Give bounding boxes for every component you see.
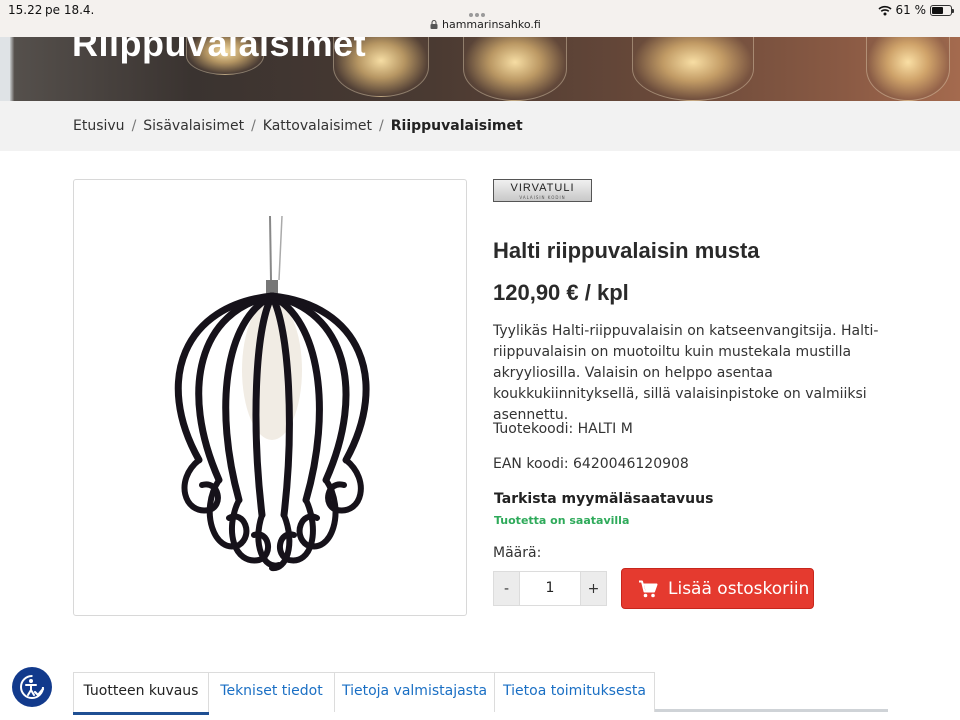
multitasking-dots-icon[interactable] <box>469 2 491 17</box>
ean-code: EAN koodi: 6420046120908 <box>493 456 689 472</box>
quantity-input[interactable]: 1 <box>520 571 580 606</box>
tab-tekniset-tiedot[interactable]: Tekniset tiedot <box>208 672 335 712</box>
tab-tietoja-valmistajasta[interactable]: Tietoja valmistajasta <box>334 672 495 712</box>
breadcrumb-link-sisavalaisimet[interactable]: Sisävalaisimet <box>143 118 244 134</box>
breadcrumb-link-etusivu[interactable]: Etusivu <box>73 118 125 134</box>
category-title: Riippuvalaisimet <box>72 37 367 64</box>
quantity-decrease-button[interactable]: - <box>493 571 520 606</box>
tab-tuotteen-kuvaus[interactable]: Tuotteen kuvaus <box>73 672 209 715</box>
status-date: pe 18.4. <box>45 3 95 17</box>
address-bar[interactable]: hammarinsahko.fi <box>430 18 541 31</box>
pendant-lamp-image <box>174 215 370 571</box>
add-to-cart-label: Lisää ostoskoriin <box>668 578 810 599</box>
brand-name: VIRVATULI <box>510 182 575 194</box>
accessibility-icon <box>20 675 45 699</box>
status-indicators: 61 % <box>877 3 954 17</box>
wifi-icon <box>877 5 892 15</box>
breadcrumb-bar: Etusivu / Sisävalaisimet / Kattovalaisimet / R… <box>0 101 960 151</box>
product-price: 120,90 € / kpl <box>493 280 629 305</box>
product-description: Tyylikäs Halti-riippuvalaisin on katseen… <box>493 323 879 423</box>
product-image[interactable] <box>73 179 467 616</box>
product-tabs: Tuotteen kuvaus Tekniset tiedot Tietoja … <box>73 672 888 715</box>
product-code: Tuotekoodi: HALTI M <box>493 421 633 437</box>
category-hero-banner: Riippuvalaisimet <box>0 37 960 101</box>
add-to-cart-button[interactable]: Lisää ostoskoriin <box>621 568 814 609</box>
accessibility-button[interactable] <box>12 667 52 707</box>
breadcrumb-link-kattovalaisimet[interactable]: Kattovalaisimet <box>263 118 372 134</box>
breadcrumb: Etusivu / Sisävalaisimet / Kattovalaisimet / R… <box>73 118 523 134</box>
brand-logo[interactable]: VIRVATULI VALAISIN KODIN <box>493 179 592 202</box>
quantity-increase-button[interactable]: + <box>580 571 607 606</box>
breadcrumb-separator: / <box>131 118 137 134</box>
status-bar: 15.22 pe 18.4. hammarinsahko.fi 61 % <box>0 0 960 37</box>
availability-status: Tuotetta on saatavilla <box>494 514 630 527</box>
quantity-label: Määrä: <box>493 545 542 561</box>
lock-icon <box>430 20 438 29</box>
battery-icon <box>930 4 954 16</box>
url-text: hammarinsahko.fi <box>442 18 541 31</box>
check-store-availability-link[interactable]: Tarkista myymäläsaatavuus <box>494 491 713 507</box>
tab-tietoa-toimituksesta[interactable]: Tietoa toimituksesta <box>494 672 655 712</box>
shopping-cart-icon <box>639 580 658 597</box>
battery-percent: 61 % <box>895 3 927 17</box>
breadcrumb-current: Riippuvalaisimet <box>390 118 523 134</box>
product-title: Halti riippuvalaisin musta <box>493 238 760 263</box>
breadcrumb-separator: / <box>379 118 384 134</box>
status-time: 15.22 <box>8 3 43 17</box>
brand-tagline: VALAISIN KODIN <box>519 195 566 200</box>
breadcrumb-separator: / <box>251 118 256 134</box>
quantity-stepper: - 1 + <box>493 571 607 606</box>
